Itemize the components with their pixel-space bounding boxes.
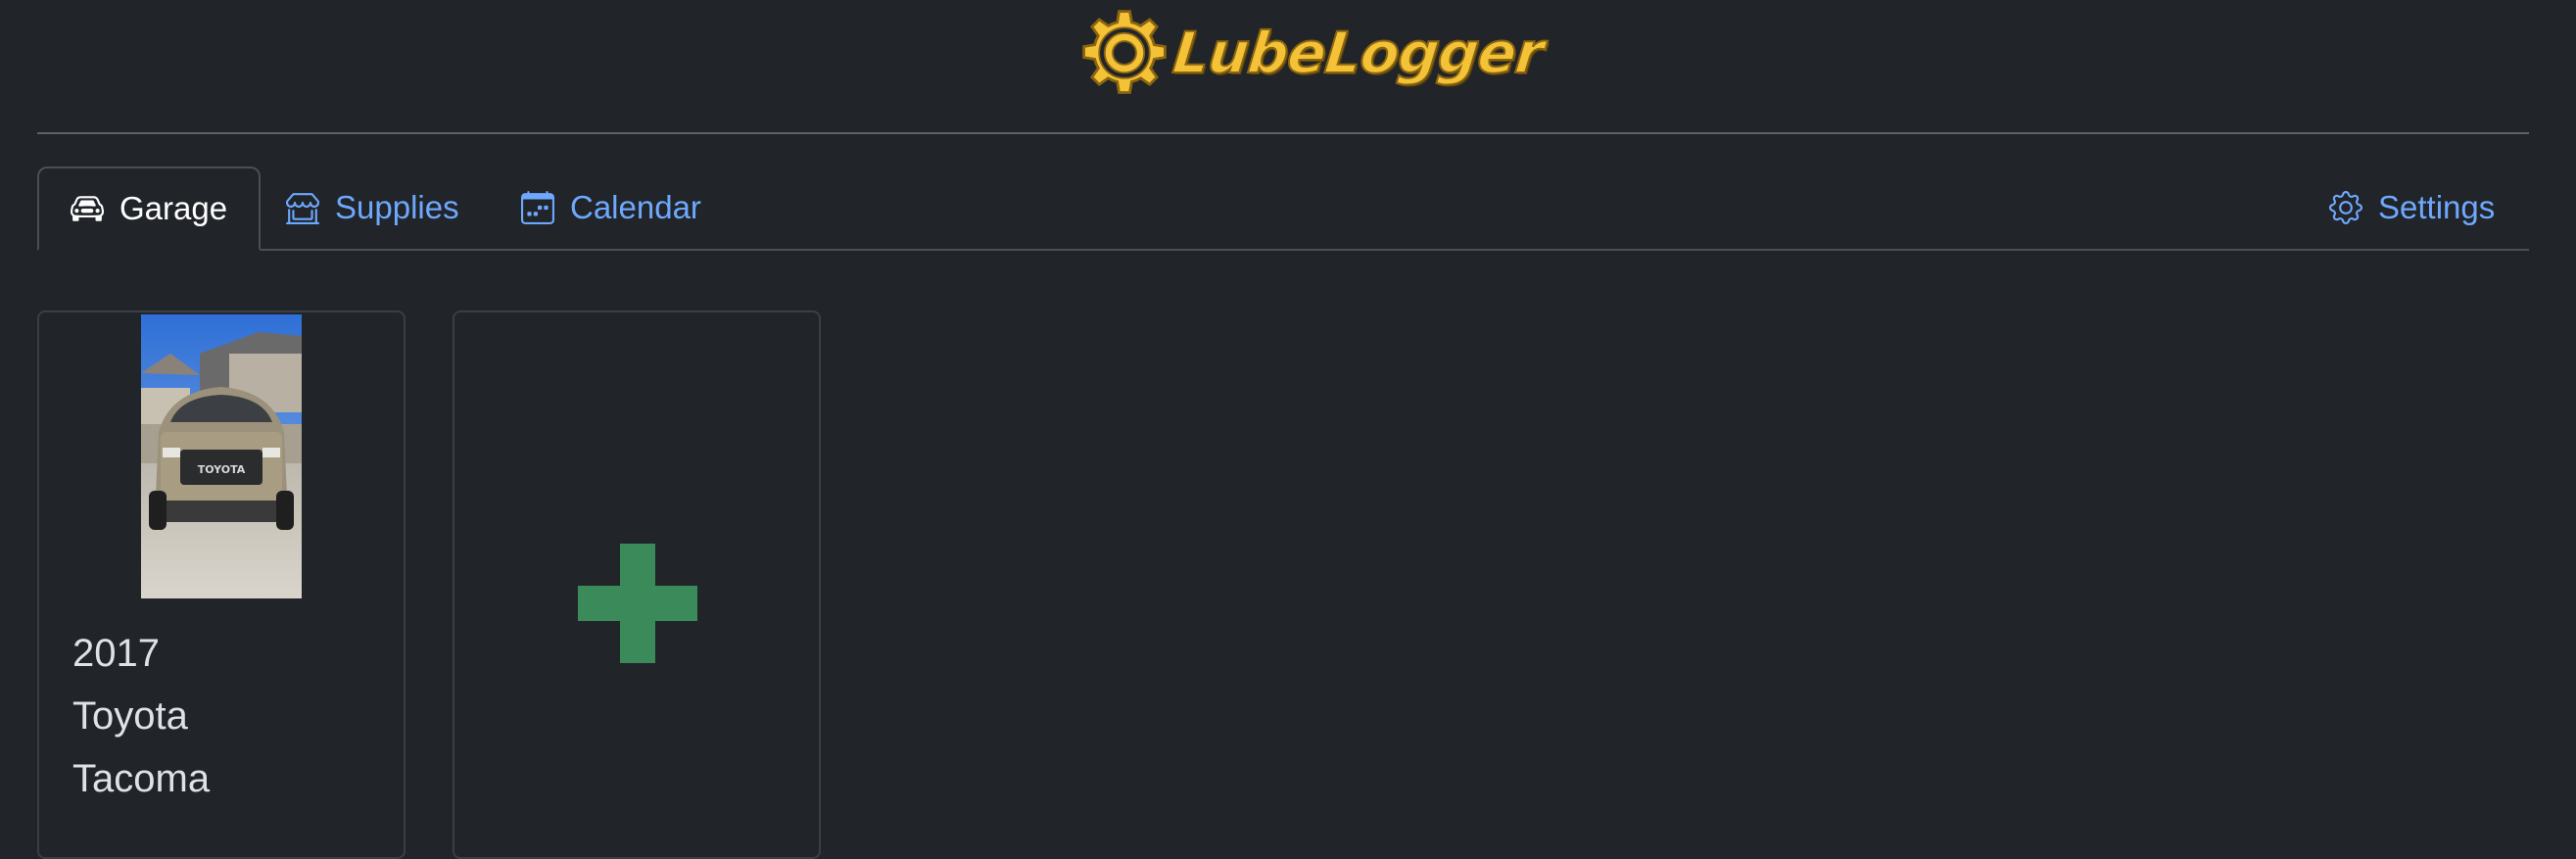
gear-icon bbox=[2329, 191, 2362, 224]
vehicle-info: 2017 Toyota Tacoma bbox=[72, 622, 210, 810]
vehicle-model: Tacoma bbox=[72, 757, 211, 800]
store-icon bbox=[286, 193, 319, 224]
logo[interactable]: LubeLogger bbox=[1079, 8, 1547, 98]
svg-text:TOYOTA: TOYOTA bbox=[198, 463, 246, 476]
brand-name: LubeLogger bbox=[1169, 19, 1547, 87]
main-tabs: Garage Supplies Calendar Settings bbox=[37, 167, 2529, 251]
calendar-icon bbox=[521, 191, 554, 224]
vehicle-year: 2017 bbox=[72, 632, 160, 675]
vehicle-photo: TOYOTA bbox=[141, 314, 302, 598]
tab-supplies[interactable]: Supplies bbox=[286, 167, 459, 249]
plus-icon bbox=[578, 544, 697, 663]
tab-garage[interactable]: Garage bbox=[37, 167, 262, 251]
tab-garage-label: Garage bbox=[119, 190, 228, 226]
tab-settings-label: Settings bbox=[2378, 189, 2496, 225]
add-vehicle-card[interactable] bbox=[453, 310, 821, 859]
tab-settings[interactable]: Settings bbox=[2329, 167, 2495, 249]
gear-icon bbox=[1082, 10, 1167, 94]
tab-calendar-label: Calendar bbox=[570, 189, 701, 225]
vehicle-make: Toyota bbox=[72, 694, 188, 738]
header-divider bbox=[37, 132, 2529, 134]
vehicle-card[interactable]: TOYOTA 2017 Toyota Tacoma bbox=[37, 310, 405, 859]
tab-supplies-label: Supplies bbox=[335, 189, 459, 225]
header: LubeLogger bbox=[0, 0, 2576, 134]
tab-calendar[interactable]: Calendar bbox=[521, 167, 701, 249]
car-icon bbox=[71, 196, 104, 221]
